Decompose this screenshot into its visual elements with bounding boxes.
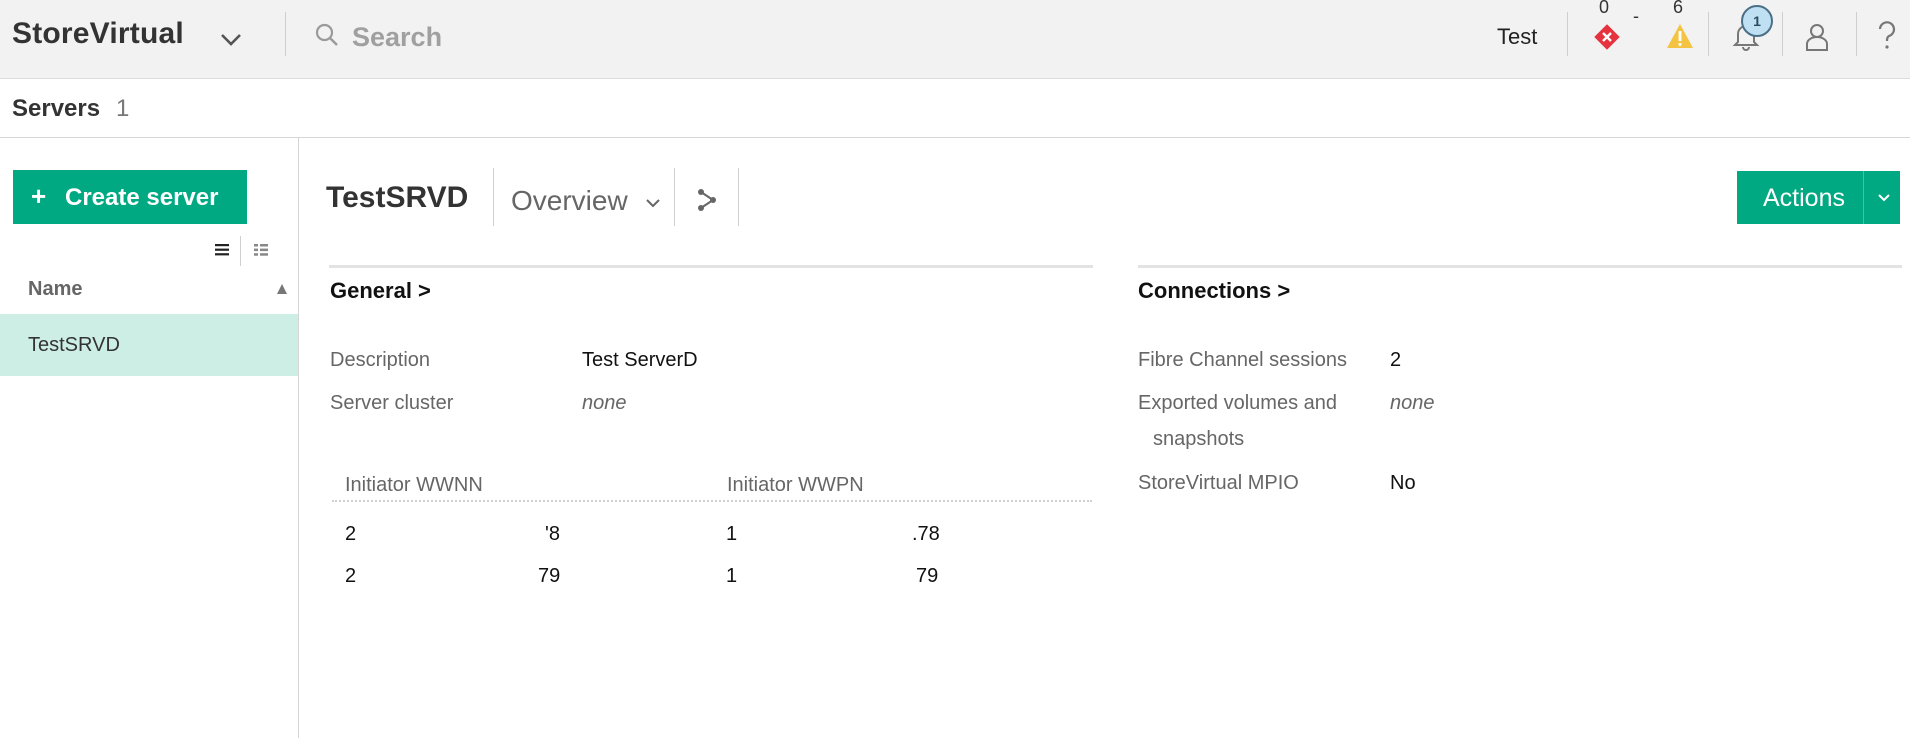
master-pane: + Create server Name TestSRVD [0,138,299,738]
user-icon[interactable] [1803,22,1831,52]
divider [240,236,241,266]
divider [674,168,675,226]
fc-sessions-label: Fibre Channel sessions [1138,349,1347,371]
wwpn-cell: 79 [916,565,939,587]
divider [1856,12,1857,56]
section-rule [329,265,1093,268]
view-selector[interactable]: Overview [511,185,628,217]
map-view-icon[interactable] [696,187,718,213]
wwnn-cell: 79 [538,565,561,587]
create-server-label: Create server [65,184,219,211]
server-cluster-label: Server cluster [330,392,454,414]
critical-alert-icon[interactable] [1593,23,1621,51]
wwnn-header: Initiator WWNN [345,474,483,496]
column-header-name[interactable]: Name [28,278,82,301]
general-section-title[interactable]: General > [330,278,431,304]
chevron-down-icon [1878,194,1890,202]
list-item[interactable]: TestSRVD [0,314,298,376]
actions-button[interactable]: Actions [1737,171,1900,224]
wwnn-cell: 2 [345,523,357,545]
search-box[interactable] [314,20,714,56]
wwpn-cell: 1 [726,523,738,545]
exported-volumes-label-cont: snapshots [1153,428,1245,450]
server-cluster-value: none [582,392,627,414]
item-count: 1 [116,95,130,122]
app-name[interactable]: StoreVirtual [12,17,184,51]
chevron-down-icon[interactable] [218,26,244,52]
top-bar: StoreVirtual Test 0 - 6 1 [0,0,1910,79]
divider [1708,12,1709,56]
count-separator: - [1633,6,1639,26]
mpio-value: No [1390,472,1416,494]
wwpn-cell: .78 [912,523,940,545]
table-divider [332,500,1092,502]
search-input[interactable] [352,20,692,54]
fc-sessions-value: 2 [1390,349,1402,371]
divider [493,168,494,226]
divider [738,168,739,226]
detail-title: TestSRVD [326,181,469,214]
warning-count: 6 [1673,0,1684,17]
create-server-button[interactable]: + Create server [13,170,247,224]
divider [285,12,286,56]
wwnn-cell: 2 [345,565,357,587]
page-header: Servers 1 [0,79,1910,138]
mpio-label: StoreVirtual MPIO [1138,472,1299,494]
list-view-icon[interactable] [214,243,230,257]
divider [1782,12,1783,56]
notification-badge: 1 [1741,5,1773,37]
sort-ascending-icon[interactable] [276,283,288,295]
grid-view-icon[interactable] [253,243,269,257]
wwnn-cell: '8 [545,523,560,545]
actions-label: Actions [1763,184,1845,212]
exported-volumes-value: none [1390,392,1435,414]
critical-count: 0 [1599,0,1610,17]
chevron-down-icon[interactable] [644,194,662,212]
wwpn-cell: 1 [726,565,738,587]
description-value: Test ServerD [582,349,698,371]
exported-volumes-label: Exported volumes and [1138,392,1338,414]
connections-section-title[interactable]: Connections > [1138,278,1290,304]
wwpn-header: Initiator WWPN [727,474,864,496]
divider [1863,171,1864,224]
server-name-cell: TestSRVD [28,334,120,356]
user-label[interactable]: Test [1497,24,1537,50]
section-rule [1138,265,1902,268]
plus-icon: + [31,181,47,211]
search-icon [315,23,338,46]
page-title: Servers [12,95,101,122]
help-icon[interactable] [1876,20,1898,52]
divider [1567,12,1568,56]
description-label: Description [330,349,431,371]
warning-alert-icon[interactable] [1665,22,1695,50]
